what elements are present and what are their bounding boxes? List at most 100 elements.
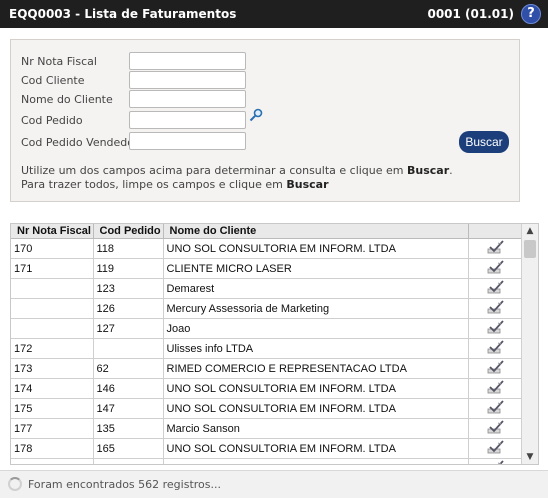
cell-nr-nota-fiscal: 475 [11, 458, 94, 464]
table-row[interactable]: 123 Demarest [11, 278, 522, 299]
cell-nr-nota-fiscal: 174 [11, 378, 94, 399]
row-action-cell [468, 438, 522, 459]
table-row[interactable]: 171 119 CLIENTE MICRO LASER [11, 258, 522, 279]
nome-cliente-label: Nome do Cliente [21, 93, 113, 106]
cell-cod-pedido: 135 [93, 418, 164, 439]
column-header-cod-pedido[interactable]: Cod Pedido [93, 224, 164, 239]
cell-nr-nota-fiscal: 177 [11, 418, 94, 439]
table-row[interactable]: 175 147 UNO SOL CONSULTORIA EM INFORM. LTD… [11, 398, 522, 419]
row-action-cell [468, 358, 522, 379]
title-bar: EQQ0003 - Lista de Faturamentos 0001 (01… [0, 0, 548, 28]
cell-nome-cliente: UNO SOL CONSULTORIA EM INFORM. LTDA [163, 378, 469, 399]
checkmark-icon[interactable] [487, 359, 505, 375]
row-action-cell [468, 398, 522, 419]
cod-pedido-vendedor-label: Cod Pedido Vendedor [21, 136, 139, 149]
filter-panel: Nr Nota Fiscal Cod Cliente Nome do Clien… [10, 39, 520, 202]
cell-cod-pedido: 62 [93, 358, 164, 379]
checkmark-icon[interactable] [487, 279, 505, 295]
loading-spinner-icon [8, 477, 22, 491]
cell-nome-cliente: UNO SOL CONSULTORIA EM INFORM. LTDA [163, 438, 469, 459]
checkmark-icon[interactable] [487, 419, 505, 435]
cell-cod-pedido: 147 [93, 398, 164, 419]
help-text-line-1: Utilize um dos campos acima para determi… [21, 164, 453, 177]
checkmark-icon[interactable] [487, 439, 505, 455]
vertical-scrollbar[interactable]: ▲ ▼ [521, 224, 538, 464]
cell-cod-pedido: 165 [93, 438, 164, 459]
cell-nr-nota-fiscal: 173 [11, 358, 94, 379]
cell-nr-nota-fiscal: 178 [11, 438, 94, 459]
table-row[interactable]: 177 135 Marcio Sanson [11, 418, 522, 439]
cell-nome-cliente: Marcio Sanson [163, 418, 469, 439]
row-action-cell [468, 258, 522, 279]
cod-cliente-label: Cod Cliente [21, 74, 85, 87]
cell-cod-pedido: 168 [93, 458, 164, 464]
cell-nr-nota-fiscal [11, 278, 94, 299]
cell-cod-pedido: 123 [93, 278, 164, 299]
cell-nr-nota-fiscal [11, 298, 94, 319]
nr-nota-fiscal-label: Nr Nota Fiscal [21, 55, 97, 68]
table-row[interactable]: 126 Mercury Assessoria de Marketing [11, 298, 522, 319]
row-action-cell [468, 298, 522, 319]
cell-nome-cliente: UNO SOL CONSULTORIA EM INFORM. LTDA [163, 238, 469, 259]
scroll-thumb[interactable] [524, 240, 536, 258]
table-row[interactable]: 174 146 UNO SOL CONSULTORIA EM INFORM. LTD… [11, 378, 522, 399]
results-table: Nr Nota Fiscal Cod Pedido Nome do Client… [11, 224, 522, 465]
buscar-button[interactable]: Buscar [459, 131, 509, 153]
cell-nome-cliente: RIMED COMERCIO E REPRESENTACAO LTDA [163, 358, 469, 379]
table-row[interactable]: 173 62 RIMED COMERCIO E REPRESENTACAO LTDA [11, 358, 522, 379]
column-header-nome-cliente[interactable]: Nome do Cliente [163, 224, 469, 239]
row-action-cell [468, 278, 522, 299]
cell-nome-cliente: Ulisses info LTDA [163, 338, 469, 359]
results-grid: Nr Nota Fiscal Cod Pedido Nome do Client… [10, 223, 539, 465]
row-action-cell [468, 238, 522, 259]
cell-nome-cliente: Joao [163, 318, 469, 339]
table-row[interactable]: 170 118 UNO SOL CONSULTORIA EM INFORM. LTD… [11, 238, 522, 259]
checkmark-icon[interactable] [487, 459, 505, 465]
cod-pedido-vendedor-input[interactable] [129, 132, 246, 150]
cod-pedido-input[interactable] [129, 111, 246, 129]
table-row[interactable]: 178 165 UNO SOL CONSULTORIA EM INFORM. LTD… [11, 438, 522, 459]
cell-nr-nota-fiscal [11, 318, 94, 339]
table-row[interactable]: 475168METALUR BRASIL IND. E COM. DE META… [11, 458, 522, 465]
cell-nome-cliente: METALUR BRASIL IND. E COM. DE METAIS LTD… [163, 458, 469, 464]
scroll-down-arrow-icon[interactable]: ▼ [522, 450, 538, 464]
help-icon[interactable]: ? [521, 4, 541, 24]
column-header-nr-nota-fiscal[interactable]: Nr Nota Fiscal [11, 224, 94, 239]
checkmark-icon[interactable] [487, 379, 505, 395]
magnifier-icon[interactable] [249, 108, 263, 122]
row-action-cell [468, 378, 522, 399]
nr-nota-fiscal-input[interactable] [129, 52, 246, 70]
nome-cliente-input[interactable] [129, 90, 246, 108]
help-text-line-2: Para trazer todos, limpe os campos e cli… [21, 178, 329, 191]
checkmark-icon[interactable] [487, 399, 505, 415]
cell-cod-pedido: 119 [93, 258, 164, 279]
status-text: Foram encontrados 562 registros... [28, 478, 221, 491]
cell-cod-pedido [93, 338, 164, 359]
cell-nome-cliente: Demarest [163, 278, 469, 299]
cell-cod-pedido: 146 [93, 378, 164, 399]
status-bar: Foram encontrados 562 registros... [0, 470, 548, 498]
cod-pedido-label: Cod Pedido [21, 114, 83, 127]
version-label: 0001 (01.01) [427, 7, 514, 21]
checkmark-icon[interactable] [487, 239, 505, 255]
cod-cliente-input[interactable] [129, 71, 246, 89]
row-action-cell [468, 338, 522, 359]
table-row[interactable]: 172 Ulisses info LTDA [11, 338, 522, 359]
table-row[interactable]: 127 Joao [11, 318, 522, 339]
scroll-up-arrow-icon[interactable]: ▲ [522, 224, 538, 238]
window-title: EQQ0003 - Lista de Faturamentos [9, 7, 237, 21]
cell-cod-pedido: 127 [93, 318, 164, 339]
cell-nr-nota-fiscal: 171 [11, 258, 94, 279]
row-action-cell [468, 418, 522, 439]
cell-cod-pedido: 126 [93, 298, 164, 319]
cell-cod-pedido: 118 [93, 238, 164, 259]
checkmark-icon[interactable] [487, 319, 505, 335]
cell-nome-cliente: UNO SOL CONSULTORIA EM INFORM. LTDA [163, 398, 469, 419]
checkmark-icon[interactable] [487, 299, 505, 315]
checkmark-icon[interactable] [487, 339, 505, 355]
cell-nome-cliente: Mercury Assessoria de Marketing [163, 298, 469, 319]
table-header-row: Nr Nota Fiscal Cod Pedido Nome do Client… [11, 224, 522, 239]
checkmark-icon[interactable] [487, 259, 505, 275]
cell-nome-cliente: CLIENTE MICRO LASER [163, 258, 469, 279]
row-action-cell [468, 458, 522, 465]
